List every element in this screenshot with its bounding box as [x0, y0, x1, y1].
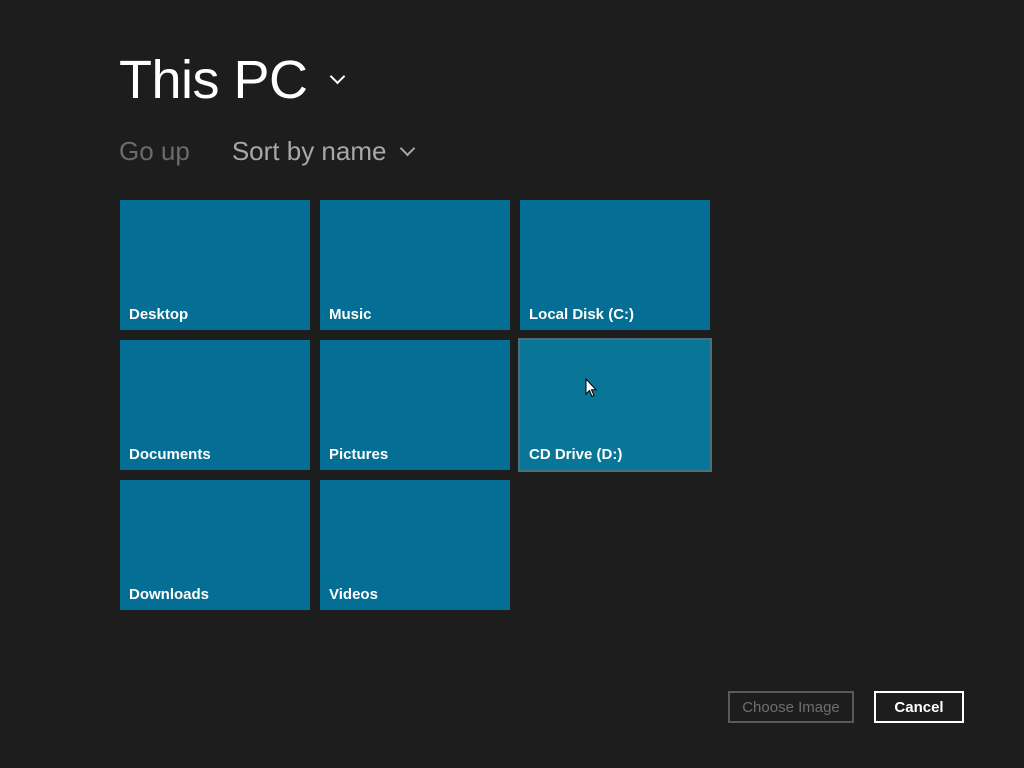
tile-label: Music: [329, 306, 372, 323]
choose-image-button[interactable]: Choose Image: [728, 691, 854, 723]
tile-label: Downloads: [129, 586, 210, 603]
cancel-button[interactable]: Cancel: [874, 691, 964, 723]
tile-label: Desktop: [129, 306, 189, 323]
tile-label: Pictures: [329, 446, 389, 463]
tile-documents[interactable]: Documents: [120, 340, 310, 470]
mouse-cursor-icon: [585, 378, 597, 398]
chevron-down-icon: [400, 140, 416, 156]
go-up-button[interactable]: Go up: [119, 134, 190, 168]
tile-cd-drive-d[interactable]: CD Drive (D:): [518, 338, 712, 472]
location-selector[interactable]: This PC: [119, 50, 345, 110]
chevron-down-icon: [329, 68, 345, 84]
tile-videos[interactable]: Videos: [320, 480, 510, 610]
tile-label: Documents: [129, 446, 211, 463]
tile-pictures[interactable]: Pictures: [320, 340, 510, 470]
tile-desktop[interactable]: Desktop: [120, 200, 310, 330]
tile-local-disk-c[interactable]: Local Disk (C:): [520, 200, 710, 330]
toolbar: Go up Sort by name: [119, 134, 416, 168]
tile-label: Videos: [329, 586, 378, 603]
sort-label: Sort by name: [231, 136, 387, 166]
tile-label: Local Disk (C:): [529, 306, 635, 323]
tile-label: CD Drive (D:): [529, 446, 623, 463]
page-title: This PC: [119, 50, 308, 110]
tile-music[interactable]: Music: [320, 200, 510, 330]
sort-dropdown[interactable]: Sort by name: [231, 134, 416, 168]
file-picker-page: This PC Go up Sort by name Desktop Music…: [0, 0, 1024, 768]
tile-downloads[interactable]: Downloads: [120, 480, 310, 610]
